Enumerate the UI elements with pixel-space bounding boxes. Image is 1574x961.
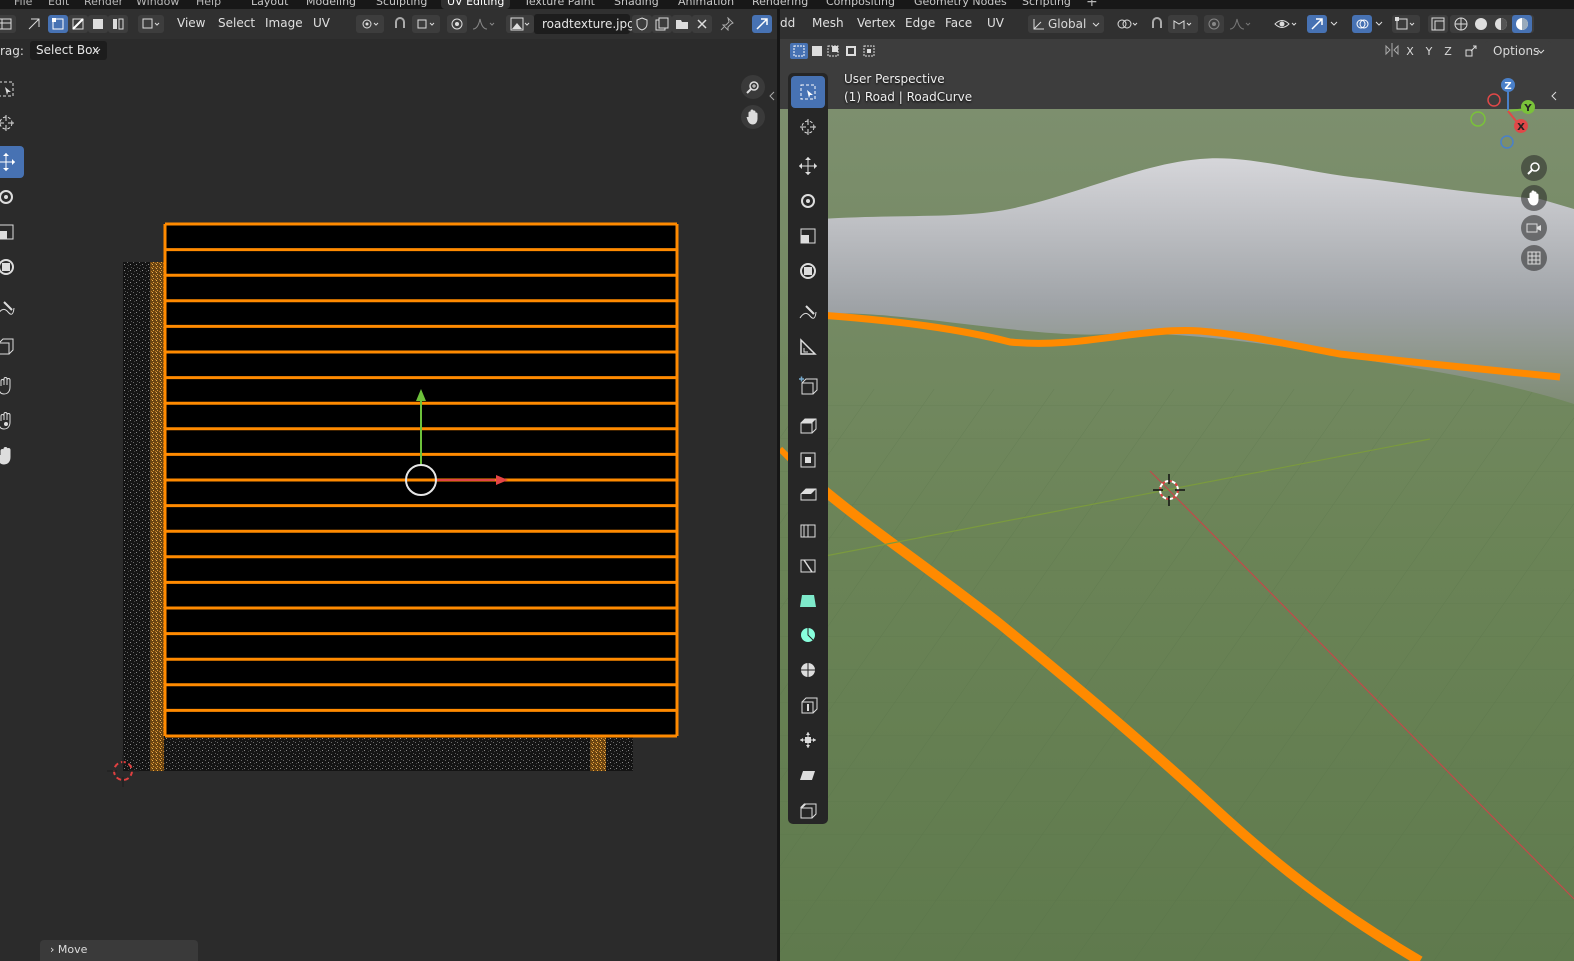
- navigation-gizmo[interactable]: Z Y X: [1470, 69, 1550, 149]
- mirror-y-toggle[interactable]: Y: [1420, 42, 1438, 60]
- vp-tool-shear[interactable]: [791, 759, 825, 791]
- vp-tool-move[interactable]: [791, 150, 825, 182]
- gizmo-neg-z-icon[interactable]: [1500, 135, 1514, 149]
- shading-modes: [1450, 15, 1534, 33]
- tab-modeling[interactable]: Modeling: [300, 0, 362, 9]
- uv-canvas[interactable]: [0, 9, 777, 961]
- menu-mesh[interactable]: Mesh: [812, 16, 844, 30]
- options-label: Options: [1493, 44, 1540, 58]
- viewport-zoom-icon[interactable]: [1521, 155, 1547, 181]
- proportional-3d-icon[interactable]: [1204, 15, 1224, 33]
- uv-editor: View Select Image UV roadtexture.jpg rag…: [0, 9, 777, 961]
- menu-uv-3d[interactable]: UV: [987, 16, 1004, 30]
- add-workspace-icon[interactable]: +: [1086, 0, 1098, 9]
- tab-animation[interactable]: Animation: [672, 0, 740, 9]
- view-perspective-label: User Perspective: [844, 72, 945, 86]
- tab-sculpting[interactable]: Sculpting: [370, 0, 433, 9]
- mirror-y-label: Y: [1425, 44, 1433, 58]
- gizmo-x-label: X: [1517, 122, 1525, 133]
- falloff-3d-icon[interactable]: [1226, 15, 1254, 33]
- tab-layout[interactable]: Layout: [245, 0, 294, 9]
- visibility-icon[interactable]: [1270, 15, 1302, 33]
- overlays-icon[interactable]: [1352, 15, 1372, 33]
- menu-window[interactable]: Window: [136, 0, 179, 8]
- overlays-dropdown-icon[interactable]: [1373, 15, 1385, 33]
- gizmo-neg-x-icon[interactable]: [1487, 93, 1501, 107]
- vp-tool-add-cube[interactable]: [791, 370, 825, 402]
- last-operator-panel[interactable]: › Move: [40, 940, 198, 961]
- uv-edges: [165, 222, 677, 738]
- vp-tool-transform[interactable]: [791, 255, 825, 287]
- menu-face[interactable]: Face: [945, 16, 972, 30]
- viewport-pan-icon[interactable]: [1521, 185, 1547, 211]
- gizmo-toggle-icon[interactable]: [1307, 15, 1327, 33]
- menu-edge[interactable]: Edge: [905, 16, 935, 30]
- menu-help[interactable]: Help: [196, 0, 221, 8]
- texture-left-stripe: [150, 262, 164, 771]
- tab-rendering[interactable]: Rendering: [746, 0, 814, 9]
- mesh-edit-overlay-icon[interactable]: [1392, 15, 1420, 33]
- ortho-toggle-icon[interactable]: [1521, 245, 1547, 271]
- camera-view-icon[interactable]: [1521, 215, 1547, 241]
- gizmo-dropdown-icon[interactable]: [1328, 15, 1340, 33]
- options-dropdown[interactable]: Options: [1485, 41, 1551, 61]
- vp-tool-measure[interactable]: [791, 331, 825, 363]
- vp-tool-extrude[interactable]: [791, 409, 825, 441]
- menu-vertex[interactable]: Vertex: [857, 16, 896, 30]
- gizmo-z-label: Z: [1504, 81, 1511, 92]
- viewport-tool-settings: X Y Z Options: [780, 39, 1574, 63]
- floor-grid: [780, 389, 1574, 961]
- vp-tool-knife[interactable]: [791, 549, 825, 581]
- 3d-viewport[interactable]: dd Mesh Vertex Edge Face UV Global X Y Z…: [780, 9, 1574, 961]
- mirror-x-label: X: [1406, 44, 1414, 58]
- vp-tool-annotate[interactable]: [791, 296, 825, 328]
- active-object-label: (1) Road | RoadCurve: [844, 90, 973, 104]
- menu-render[interactable]: Render: [84, 0, 123, 8]
- viewport-toolbar: [788, 73, 828, 824]
- viewport-header: dd Mesh Vertex Edge Face UV Global: [780, 9, 1574, 39]
- gizmo-neg-y-icon[interactable]: [1470, 111, 1486, 127]
- vp-tool-poly-build[interactable]: [791, 584, 825, 616]
- mirror-z-toggle[interactable]: Z: [1439, 42, 1457, 60]
- vp-tool-scale[interactable]: [791, 220, 825, 252]
- vp-tool-edge-slide[interactable]: [791, 689, 825, 721]
- vp-tool-smooth[interactable]: [791, 654, 825, 686]
- menu-file[interactable]: File: [14, 0, 32, 8]
- workspace-bar: File Edit Render Window Help Layout Mode…: [0, 0, 1574, 9]
- chevron-right-icon: ›: [50, 943, 55, 956]
- vp-tool-spin[interactable]: [791, 619, 825, 651]
- tab-shading[interactable]: Shading: [608, 0, 665, 9]
- tab-compositing[interactable]: Compositing: [820, 0, 901, 9]
- vp-tool-inset[interactable]: [791, 444, 825, 476]
- select-mode-group: [788, 41, 882, 61]
- viewport-sidebar-toggle-icon[interactable]: [1550, 89, 1558, 103]
- auto-merge-icon[interactable]: [1462, 42, 1480, 60]
- tab-geometry-nodes[interactable]: Geometry Nodes: [908, 0, 1013, 9]
- mirror-icon[interactable]: [1385, 42, 1399, 60]
- vp-tool-rip[interactable]: [791, 794, 825, 826]
- xray-icon[interactable]: [1428, 15, 1448, 33]
- viewport-scene: [780, 9, 1574, 961]
- transform-orientation-dropdown[interactable]: Global: [1028, 15, 1104, 33]
- tab-uv-editing[interactable]: UV Editing: [441, 0, 511, 9]
- vp-tool-rotate[interactable]: [791, 185, 825, 217]
- snap-target-3d-icon[interactable]: [1168, 15, 1198, 33]
- gizmo-y-label: Y: [1523, 103, 1532, 114]
- vp-tool-loop-cut[interactable]: [791, 514, 825, 546]
- tab-texture-paint[interactable]: Texture Paint: [518, 0, 601, 9]
- blender-window: File Edit Render Window Help Layout Mode…: [0, 0, 1574, 961]
- snap-3d-icon[interactable]: [1147, 15, 1167, 33]
- menu-edit[interactable]: Edit: [48, 0, 69, 8]
- vp-tool-bevel[interactable]: [791, 479, 825, 511]
- mirror-x-toggle[interactable]: X: [1401, 42, 1419, 60]
- mirror-z-label: Z: [1444, 44, 1452, 58]
- vp-tool-select-box[interactable]: [791, 76, 825, 108]
- pivot-3d-icon[interactable]: [1113, 15, 1143, 33]
- tab-scripting[interactable]: Scripting: [1016, 0, 1077, 9]
- vp-tool-shrink-fatten[interactable]: [791, 724, 825, 756]
- last-operator-label: Move: [57, 943, 88, 956]
- orientation-value: Global: [1048, 17, 1087, 31]
- menu-add[interactable]: dd: [780, 16, 795, 30]
- vp-tool-cursor[interactable]: [791, 111, 825, 143]
